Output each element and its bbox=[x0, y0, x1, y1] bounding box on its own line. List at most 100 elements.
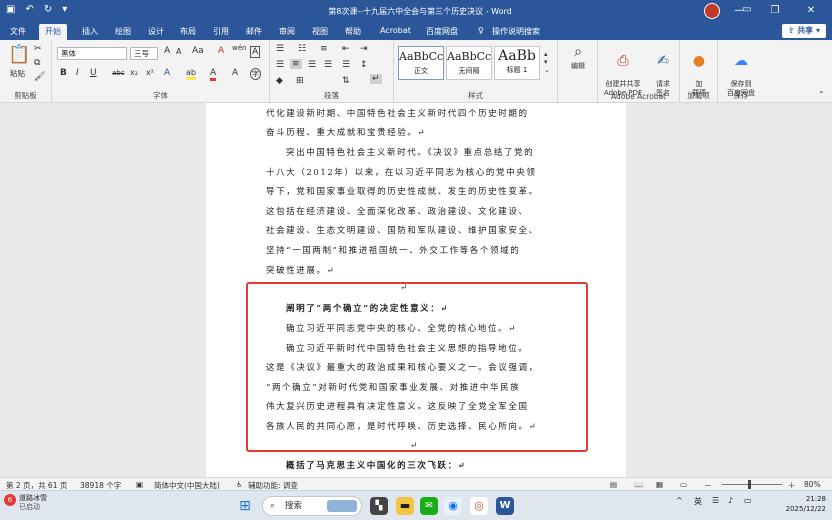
weather-widget[interactable]: 6 道路冰雪 已启动 bbox=[4, 494, 47, 512]
tab-design[interactable]: 设计 bbox=[148, 26, 164, 37]
tab-layout[interactable]: 布局 bbox=[180, 26, 196, 37]
tab-file[interactable]: 文件 bbox=[10, 26, 26, 37]
wifi-icon[interactable]: ☰ bbox=[712, 496, 719, 505]
center-align-icon[interactable]: ≡ bbox=[290, 59, 302, 69]
qat-more-icon[interactable]: ▾ bbox=[62, 4, 67, 15]
windows-start-icon[interactable]: ⊞ bbox=[236, 497, 254, 515]
cut-icon[interactable]: ✂ bbox=[34, 44, 42, 54]
increase-indent-icon[interactable]: ⇥ bbox=[360, 44, 368, 54]
superscript-button[interactable]: x² bbox=[146, 68, 154, 77]
paste-icon[interactable]: 📋 bbox=[8, 44, 30, 65]
zoom-slider-thumb[interactable] bbox=[748, 480, 751, 489]
paste-button[interactable]: 粘贴 bbox=[10, 68, 25, 79]
battery-icon[interactable]: ▭ bbox=[744, 496, 752, 505]
restore-button[interactable]: ❐ bbox=[758, 2, 792, 20]
font-size-combo[interactable]: 三号 bbox=[130, 47, 158, 60]
volume-icon[interactable]: ♪ bbox=[728, 496, 733, 505]
grow-font-icon[interactable]: A bbox=[164, 46, 170, 56]
proofing-icon[interactable]: ▣ bbox=[136, 480, 143, 489]
tab-insert[interactable]: 插入 bbox=[82, 26, 98, 37]
character-shading-icon[interactable]: A bbox=[232, 68, 238, 78]
borders-icon[interactable]: ⊞ bbox=[296, 76, 304, 86]
system-clock[interactable]: 21:28 2025/12/22 bbox=[780, 494, 826, 514]
request-signature-button[interactable]: ✍ 请求 签名 bbox=[650, 44, 676, 98]
read-mode-icon[interactable]: 📖 bbox=[634, 480, 643, 489]
numbering-icon[interactable]: ☷ bbox=[298, 44, 306, 54]
decrease-indent-icon[interactable]: ⇤ bbox=[342, 44, 350, 54]
format-painter-icon[interactable]: 🖌 bbox=[34, 72, 45, 82]
zoom-level[interactable]: 80% bbox=[804, 480, 821, 489]
shading-icon[interactable]: ◆ bbox=[276, 76, 283, 86]
accessibility-icon[interactable]: ♿ bbox=[236, 480, 243, 489]
style-heading-1-preview: AaBb bbox=[498, 48, 536, 64]
weather-subtitle: 已启动 bbox=[19, 503, 40, 511]
align-right-icon[interactable]: ☰ bbox=[308, 60, 316, 70]
create-pdf-button[interactable]: ⎙ 创建并共享 Adobe PDF bbox=[600, 44, 646, 98]
collapse-ribbon-icon[interactable]: ⌃ bbox=[818, 90, 825, 99]
strikethrough-button[interactable]: abc bbox=[112, 69, 125, 77]
wechat-icon[interactable]: ✉ bbox=[420, 497, 438, 515]
tab-mailings[interactable]: 邮件 bbox=[246, 26, 262, 37]
clear-formatting-icon[interactable]: A bbox=[218, 46, 224, 56]
multilevel-list-icon[interactable]: ≡ bbox=[320, 44, 328, 54]
doc-line: 概括了马克思主义中国化的三次飞跃：↵ bbox=[286, 461, 467, 471]
tray-overflow-icon[interactable]: ^ bbox=[676, 496, 683, 505]
phonetic-guide-icon[interactable]: wén bbox=[232, 44, 246, 52]
share-button[interactable]: ⇪ 共享 ▾ bbox=[781, 24, 826, 38]
character-border-icon[interactable]: A bbox=[250, 46, 261, 58]
copy-icon[interactable]: ⧉ bbox=[34, 58, 40, 68]
tab-home[interactable]: 开始 bbox=[39, 24, 67, 41]
sort-icon[interactable]: ⇅ bbox=[342, 76, 350, 86]
user-avatar[interactable] bbox=[704, 3, 720, 19]
tab-references[interactable]: 引用 bbox=[213, 26, 229, 37]
font-color-icon[interactable]: A bbox=[210, 68, 217, 81]
subscript-button[interactable]: x₂ bbox=[130, 68, 138, 77]
tab-draw[interactable]: 绘图 bbox=[115, 26, 131, 37]
qq-browser-icon[interactable]: ◉ bbox=[444, 497, 462, 515]
align-left-icon[interactable]: ☰ bbox=[276, 60, 284, 70]
bold-button[interactable]: B bbox=[60, 68, 67, 78]
show-marks-icon[interactable]: ↵ bbox=[370, 74, 382, 84]
line-spacing-icon[interactable]: ↕ bbox=[360, 60, 368, 70]
word-taskbar-icon[interactable]: W bbox=[496, 497, 514, 515]
chrome-icon[interactable]: ◎ bbox=[470, 497, 488, 515]
change-case-icon[interactable]: Aa bbox=[192, 46, 204, 56]
tab-baidu-netdisk[interactable]: 百度网盘 bbox=[426, 26, 458, 37]
font-name-combo[interactable]: 黑体 bbox=[57, 47, 127, 60]
bullets-icon[interactable]: ☰ bbox=[276, 44, 284, 54]
highlight-color-icon[interactable]: ab bbox=[186, 68, 196, 80]
style-heading-1[interactable]: AaBb 标题 1 bbox=[494, 46, 540, 80]
distributed-icon[interactable]: ☰ bbox=[342, 60, 350, 70]
text-effects-icon[interactable]: A bbox=[164, 68, 170, 78]
styles-more-icon[interactable]: ▴ ▾ ⌄ bbox=[544, 50, 550, 74]
redo-icon[interactable]: ↻ bbox=[44, 4, 52, 15]
print-layout-icon[interactable]: ▦ bbox=[656, 480, 663, 489]
zoom-slider[interactable] bbox=[722, 484, 782, 485]
tab-review[interactable]: 审阅 bbox=[279, 26, 295, 37]
undo-icon[interactable]: ↶ bbox=[25, 4, 33, 15]
editing-button[interactable]: ⌕ 编辑 bbox=[564, 44, 592, 71]
tab-view[interactable]: 视图 bbox=[312, 26, 328, 37]
underline-button[interactable]: U bbox=[90, 68, 97, 78]
style-normal[interactable]: AaBbCc 正文 bbox=[398, 46, 444, 80]
justify-icon[interactable]: ☰ bbox=[324, 60, 332, 70]
tell-me-search[interactable]: 操作说明搜索 bbox=[492, 26, 540, 37]
taskbar-search[interactable]: ⌕ 搜索 bbox=[262, 496, 362, 516]
minimize-button[interactable]: — bbox=[722, 2, 756, 20]
close-button[interactable]: ✕ bbox=[794, 2, 828, 20]
save-label: 保存 bbox=[733, 91, 749, 100]
file-explorer-icon[interactable]: ▬ bbox=[396, 497, 414, 515]
tab-acrobat[interactable]: Acrobat bbox=[380, 26, 411, 35]
input-method[interactable]: 英 bbox=[694, 496, 702, 507]
shrink-font-icon[interactable]: A bbox=[176, 47, 181, 56]
save-icon[interactable]: ▣ bbox=[6, 4, 15, 15]
web-layout-icon[interactable]: ▭ bbox=[680, 480, 687, 489]
task-view-icon[interactable]: ▚ bbox=[370, 497, 388, 515]
enclose-characters-icon[interactable]: 字 bbox=[250, 68, 261, 80]
document-area[interactable]: 代化建设新时期、中国特色社会主义新时代四个历史时期的 奋斗历程、重大成就和宝贵经… bbox=[0, 103, 832, 477]
pdf-icon: ⎙ bbox=[617, 53, 629, 69]
focus-mode-icon[interactable]: ▤ bbox=[610, 480, 617, 489]
style-no-spacing[interactable]: AaBbCc 无间隔 bbox=[446, 46, 492, 80]
italic-button[interactable]: I bbox=[76, 68, 79, 78]
tab-help[interactable]: 帮助 bbox=[345, 26, 361, 37]
